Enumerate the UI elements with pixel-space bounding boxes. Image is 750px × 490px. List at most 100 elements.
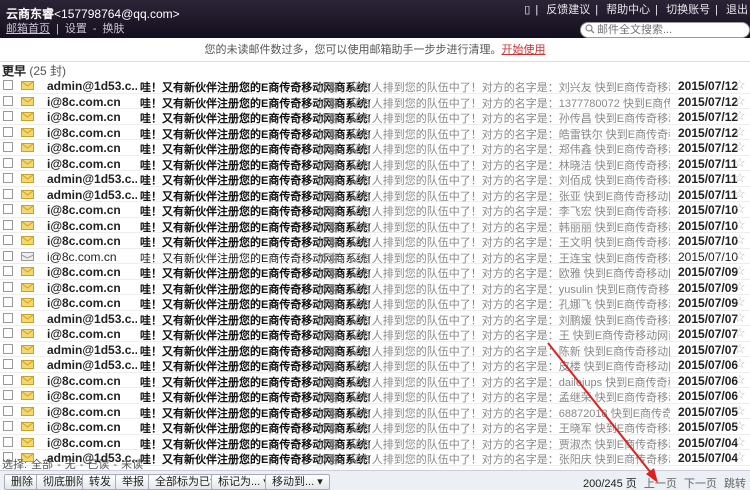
mail-sender[interactable]: i@8c.com.cn — [47, 95, 137, 109]
mail-checkbox[interactable] — [3, 173, 13, 183]
star-icon[interactable]: ☆ — [734, 232, 746, 248]
search-box[interactable] — [580, 22, 750, 38]
mail-row[interactable]: i@8c.com.cn 哇！又有新伙伴注册您的E商传奇移动网商系统! - 恭喜，又有… — [0, 387, 750, 404]
star-icon[interactable]: ☆ — [734, 325, 746, 341]
mail-checkbox[interactable] — [3, 111, 13, 121]
star-icon[interactable]: ☆ — [734, 434, 746, 450]
mail-checkbox[interactable] — [3, 219, 13, 230]
mail-row[interactable]: i@8c.com.cn 哇！又有新伙伴注册您的E商传奇移动网商系统! - 恭喜，又有… — [0, 434, 750, 451]
mail-sender[interactable]: i@8c.com.cn — [47, 281, 137, 295]
star-icon[interactable]: ☆ — [734, 77, 746, 93]
mail-checkbox[interactable] — [3, 235, 13, 245]
section-count[interactable]: (25 封) — [29, 64, 66, 78]
mail-row[interactable]: i@8c.com.cn 哇！又有新伙伴注册您的E商传奇移动网商系统! - 恭喜，又有… — [0, 232, 750, 249]
star-icon[interactable]: ☆ — [734, 155, 746, 171]
mail-sender[interactable]: i@8c.com.cn — [47, 327, 137, 341]
mail-row[interactable]: i@8c.com.cn 哇！又有新伙伴注册您的E商传奇移动网商系统! - 恭喜，又有… — [0, 294, 750, 311]
logout-link[interactable]: 退出 — [726, 4, 748, 16]
star-icon[interactable]: ☆ — [734, 263, 746, 279]
mail-sender[interactable]: admin@1d53.c... — [47, 312, 137, 326]
mail-sender[interactable]: i@8c.com.cn — [47, 420, 137, 434]
move-to-dropdown[interactable]: 移动到... ▾ — [265, 474, 330, 490]
mail-sender[interactable]: i@8c.com.cn — [47, 405, 137, 419]
star-icon[interactable]: ☆ — [734, 418, 746, 434]
change-skin-link[interactable]: 换肤 — [103, 23, 125, 35]
mail-row[interactable]: admin@1d53.c... 哇！又有新伙伴注册您的E商传奇移动网商系统! - 恭… — [0, 310, 750, 327]
mail-row[interactable]: admin@1d53.c... 哇！又有新伙伴注册您的E商传奇移动网商系统! - 恭… — [0, 341, 750, 358]
star-icon[interactable]: ☆ — [734, 341, 746, 357]
star-icon[interactable]: ☆ — [734, 310, 746, 326]
star-icon[interactable]: ☆ — [734, 186, 746, 202]
mail-row[interactable]: i@8c.com.cn 哇！又有新伙伴注册您的E商传奇移动网商系统! - 恭喜，又有… — [0, 217, 750, 234]
mail-checkbox[interactable] — [3, 390, 13, 400]
mail-row[interactable]: i@8c.com.cn 哇！又有新伙伴注册您的E商传奇移动网商系统! - 恭喜，又有… — [0, 155, 750, 172]
mail-checkbox[interactable] — [3, 405, 13, 416]
mail-checkbox[interactable] — [3, 126, 13, 137]
mail-sender[interactable]: i@8c.com.cn — [47, 141, 137, 155]
mail-checkbox[interactable] — [3, 95, 13, 106]
forward-button[interactable]: 转发 — [82, 474, 118, 490]
mail-sender[interactable]: i@8c.com.cn — [47, 126, 137, 140]
mail-row[interactable]: i@8c.com.cn 哇！又有新伙伴注册您的E商传奇移动网商系统! - 恭喜，又有… — [0, 325, 750, 342]
mail-row[interactable]: i@8c.com.cn 哇！又有新伙伴注册您的E商传奇移动网商系统! - 恭喜，又有… — [0, 248, 750, 265]
star-icon[interactable]: ☆ — [734, 201, 746, 217]
star-icon[interactable]: ☆ — [734, 93, 746, 109]
search-input[interactable] — [597, 24, 747, 36]
mail-row[interactable]: admin@1d53.c... 哇！又有新伙伴注册您的E商传奇移动网商系统! - 恭… — [0, 77, 750, 94]
mail-sender[interactable]: i@8c.com.cn — [47, 250, 137, 264]
prev-page-link[interactable]: 上一页 — [644, 478, 677, 490]
star-icon[interactable]: ☆ — [734, 139, 746, 155]
phone-icon[interactable]: ▯ — [524, 4, 530, 16]
mail-checkbox[interactable] — [3, 359, 13, 369]
star-icon[interactable]: ☆ — [734, 217, 746, 233]
mail-preview[interactable]: - 恭喜，又有人排到您的队伍中了！对方的名字是：张阳庆 快到E商传奇移动网商系统… — [310, 451, 670, 467]
mail-checkbox[interactable] — [3, 157, 13, 168]
mail-sender[interactable]: i@8c.com.cn — [47, 219, 137, 233]
star-icon[interactable]: ☆ — [734, 108, 746, 124]
mail-checkbox[interactable] — [3, 374, 13, 385]
mail-checkbox[interactable] — [3, 297, 13, 307]
jump-link[interactable]: 跳转 — [724, 478, 746, 490]
star-icon[interactable]: ☆ — [734, 387, 746, 403]
start-assistant-link[interactable]: 开始使用 — [502, 44, 546, 56]
mail-checkbox[interactable] — [3, 328, 13, 338]
mail-sender[interactable]: i@8c.com.cn — [47, 296, 137, 310]
mail-row[interactable]: i@8c.com.cn 哇！又有新伙伴注册您的E商传奇移动网商系统! - 恭喜，又有… — [0, 403, 750, 420]
mail-row[interactable]: i@8c.com.cn 哇！又有新伙伴注册您的E商传奇移动网商系统! - 恭喜，又有… — [0, 372, 750, 389]
star-icon[interactable]: ☆ — [734, 403, 746, 419]
mail-checkbox[interactable] — [3, 312, 13, 323]
star-icon[interactable]: ☆ — [734, 279, 746, 295]
switch-account-link[interactable]: 切换账号 — [666, 4, 710, 16]
mail-row[interactable]: i@8c.com.cn 哇！又有新伙伴注册您的E商传奇移动网商系统! - 恭喜，又有… — [0, 139, 750, 156]
mail-checkbox[interactable] — [3, 281, 13, 292]
mail-row[interactable]: i@8c.com.cn 哇！又有新伙伴注册您的E商传奇移动网商系统! - 恭喜，又有… — [0, 124, 750, 141]
mail-row[interactable]: i@8c.com.cn 哇！又有新伙伴注册您的E商传奇移动网商系统! - 恭喜，又有… — [0, 201, 750, 218]
mail-checkbox[interactable] — [3, 188, 13, 199]
mailbox-home-link[interactable]: 邮箱首页 — [6, 23, 50, 35]
mail-sender[interactable]: admin@1d53.c... — [47, 172, 137, 186]
mail-checkbox[interactable] — [3, 421, 13, 431]
next-page-link[interactable]: 下一页 — [684, 478, 717, 490]
star-icon[interactable]: ☆ — [734, 356, 746, 372]
mail-checkbox[interactable] — [3, 436, 13, 447]
delete-button[interactable]: 删除 — [4, 474, 40, 490]
mail-row[interactable]: i@8c.com.cn 哇！又有新伙伴注册您的E商传奇移动网商系统! - 恭喜，又有… — [0, 418, 750, 435]
mail-checkbox[interactable] — [3, 250, 13, 261]
mail-checkbox[interactable] — [3, 266, 13, 276]
mail-checkbox[interactable] — [3, 343, 13, 354]
mail-sender[interactable]: admin@1d53.c... — [47, 358, 137, 372]
feedback-link[interactable]: 反馈建议 — [546, 4, 590, 16]
mail-sender[interactable]: i@8c.com.cn — [47, 389, 137, 403]
mail-sender[interactable]: admin@1d53.c... — [47, 79, 137, 93]
mail-sender[interactable]: i@8c.com.cn — [47, 234, 137, 248]
mail-sender[interactable]: i@8c.com.cn — [47, 436, 137, 450]
help-center-link[interactable]: 帮助中心 — [606, 4, 650, 16]
mail-row[interactable]: admin@1d53.c... 哇！又有新伙伴注册您的E商传奇移动网商系统! - 恭… — [0, 186, 750, 203]
star-icon[interactable]: ☆ — [734, 124, 746, 140]
star-icon[interactable]: ☆ — [734, 372, 746, 388]
mail-row[interactable]: i@8c.com.cn 哇！又有新伙伴注册您的E商传奇移动网商系统! - 恭喜，又有… — [0, 279, 750, 296]
mail-checkbox[interactable] — [3, 142, 13, 152]
mail-sender[interactable]: i@8c.com.cn — [47, 374, 137, 388]
mail-row[interactable]: admin@1d53.c... 哇！又有新伙伴注册您的E商传奇移动网商系统! - 恭… — [0, 356, 750, 373]
star-icon[interactable]: ☆ — [734, 248, 746, 264]
